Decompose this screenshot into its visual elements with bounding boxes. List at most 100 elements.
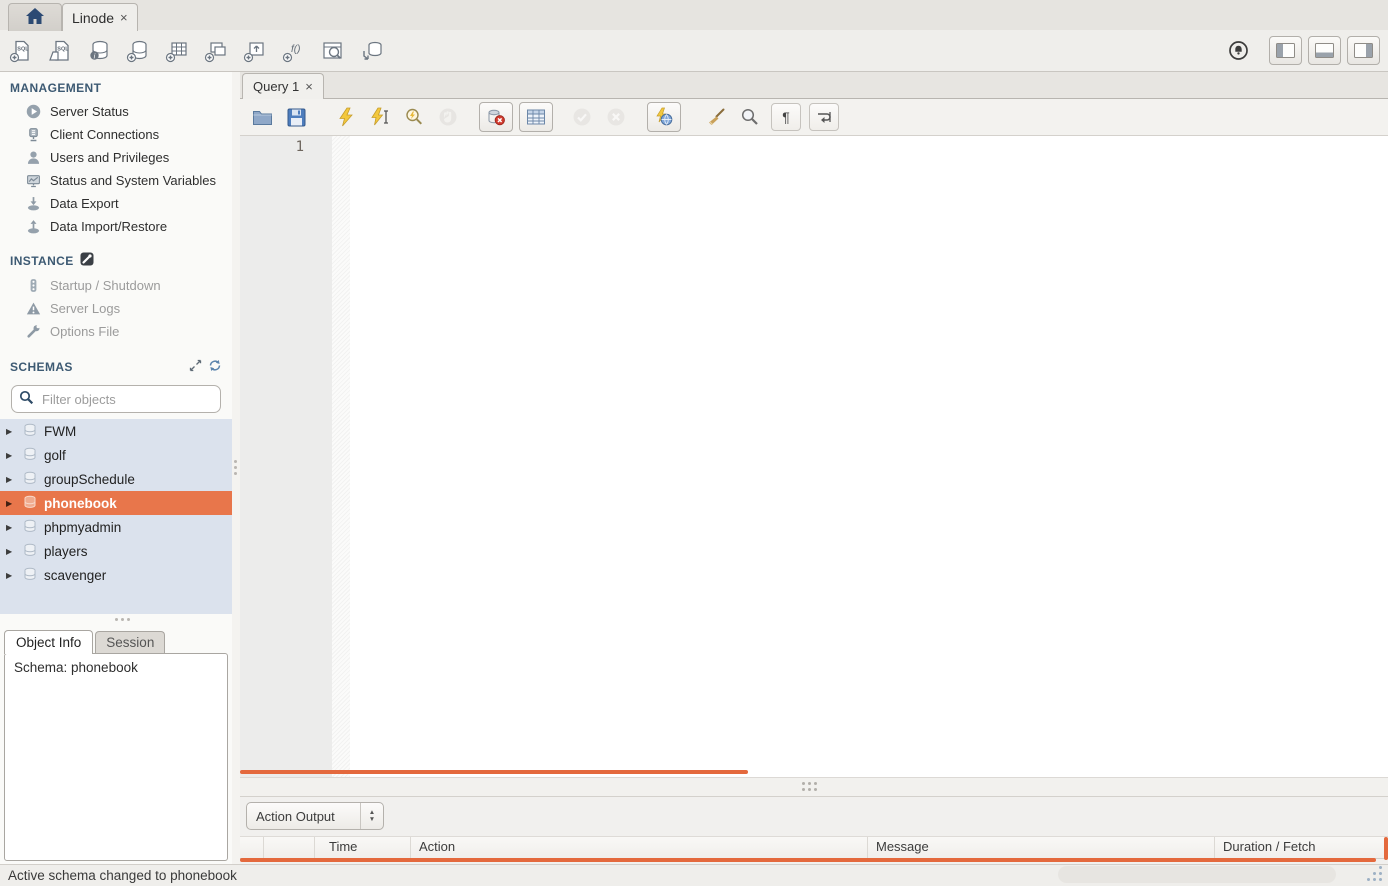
toggle-right-sidebar-button[interactable] [1347, 36, 1380, 65]
create-function-button[interactable]: f() [281, 38, 307, 64]
data-import-icon [26, 219, 41, 234]
resize-grip-icon[interactable] [1379, 866, 1382, 869]
query-tab[interactable]: Query 1 × [242, 73, 324, 99]
toggle-left-sidebar-button[interactable] [1269, 36, 1302, 65]
sidebar-item-server-status[interactable]: Server Status [0, 100, 232, 123]
info-panel-tabs: Object Info Session [0, 626, 232, 653]
toggle-limit-rows-button[interactable] [519, 102, 553, 132]
column-header-action[interactable]: Action [411, 837, 868, 858]
toggle-word-wrap-button[interactable] [809, 103, 839, 131]
tab-session[interactable]: Session [95, 631, 165, 653]
column-header-blank1[interactable] [240, 837, 264, 858]
explain-plan-button[interactable] [401, 104, 427, 130]
schema-icon [23, 447, 37, 464]
reconnect-server-button[interactable] [359, 38, 385, 64]
home-tab[interactable] [8, 3, 62, 31]
output-selector[interactable]: Action Output ▲▼ [246, 802, 384, 830]
sidebar-item-client-connections[interactable]: Client Connections [0, 123, 232, 146]
startup-shutdown-icon [26, 278, 41, 293]
schema-filter-input[interactable] [40, 391, 220, 408]
instance-section-header: INSTANCE [0, 238, 232, 274]
tab-object-info[interactable]: Object Info [4, 630, 93, 654]
expander-icon[interactable]: ▶ [6, 523, 16, 532]
mysql-workbench-window: Linode × SQL SQL i f() [0, 0, 1388, 886]
schema-item-phpmyadmin[interactable]: ▶ phpmyadmin [0, 515, 232, 539]
beautify-script-button[interactable] [703, 104, 729, 130]
expander-icon[interactable]: ▶ [6, 475, 16, 484]
filter-magnifier-icon [19, 390, 34, 408]
sql-editor[interactable]: 1 [240, 136, 1388, 777]
expander-icon[interactable]: ▶ [6, 547, 16, 556]
stop-execution-button[interactable] [435, 104, 461, 130]
output-selector-label: Action Output [256, 809, 360, 824]
schema-list: ▶ FWM ▶ golf ▶ groupSchedule ▶ p [0, 419, 232, 614]
open-sql-file-button[interactable] [249, 104, 275, 130]
output-grid-header: Time Action Message Duration / Fetch [240, 836, 1388, 859]
expander-icon[interactable]: ▶ [6, 499, 16, 508]
schema-icon [23, 423, 37, 440]
execute-script-button[interactable] [333, 104, 359, 130]
open-sql-script-button[interactable]: SQL [47, 38, 73, 64]
schema-item-fwm[interactable]: ▶ FWM [0, 419, 232, 443]
schema-icon [23, 543, 37, 560]
user-icon [26, 150, 41, 165]
column-header-blank2[interactable] [264, 837, 315, 858]
query-editor-area: Query 1 × [240, 72, 1388, 864]
create-view-button[interactable] [203, 38, 229, 64]
sidebar-item-system-variables[interactable]: Status and System Variables [0, 169, 232, 192]
new-sql-tab-button[interactable]: SQL [8, 38, 34, 64]
expander-icon[interactable]: ▶ [6, 571, 16, 580]
execute-current-statement-button[interactable] [367, 104, 393, 130]
output-vertical-scrollbar[interactable] [1384, 837, 1388, 860]
expand-schemas-icon[interactable] [189, 359, 202, 375]
schema-item-phonebook[interactable]: ▶ phonebook [0, 491, 232, 515]
sidebar-item-options-file[interactable]: Options File [0, 320, 232, 343]
search-table-data-button[interactable] [320, 38, 346, 64]
schema-item-players[interactable]: ▶ players [0, 539, 232, 563]
sidebar-item-startup-shutdown[interactable]: Startup / Shutdown [0, 274, 232, 297]
toggle-autocommit-button[interactable] [647, 102, 681, 132]
schema-item-golf[interactable]: ▶ golf [0, 443, 232, 467]
editor-text-area[interactable] [350, 136, 1388, 777]
create-procedure-button[interactable] [242, 38, 268, 64]
output-horizontal-scrollbar[interactable] [240, 858, 1376, 862]
main-toolbar: SQL SQL i f() [0, 30, 1388, 72]
column-header-duration[interactable]: Duration / Fetch [1215, 837, 1388, 858]
toggle-bottom-panel-button[interactable] [1308, 36, 1341, 65]
create-schema-button[interactable] [125, 38, 151, 64]
column-header-message[interactable]: Message [868, 837, 1215, 858]
editor-horizontal-scrollbar[interactable] [240, 770, 748, 774]
sidebar-item-users-privileges[interactable]: Users and Privileges [0, 146, 232, 169]
toggle-stop-on-error-button[interactable] [479, 102, 513, 132]
find-panel-button[interactable] [737, 104, 763, 130]
toggle-invisible-characters-button[interactable]: ¶ [771, 103, 801, 131]
schema-inspector-button[interactable]: i [86, 38, 112, 64]
commit-button[interactable] [569, 104, 595, 130]
management-section-header: MANAGEMENT [0, 72, 232, 100]
svg-text:SQL: SQL [17, 46, 29, 52]
schema-icon [23, 471, 37, 488]
schema-item-scavenger[interactable]: ▶ scavenger [0, 563, 232, 587]
close-connection-tab-icon[interactable]: × [120, 10, 128, 25]
schema-item-groupschedule[interactable]: ▶ groupSchedule [0, 467, 232, 491]
column-header-time[interactable]: Time [315, 837, 411, 858]
spinner-arrows-icon[interactable]: ▲▼ [360, 803, 383, 829]
rollback-button[interactable] [603, 104, 629, 130]
notifications-icon[interactable] [1228, 40, 1249, 61]
connection-tab[interactable]: Linode × [62, 3, 138, 31]
refresh-schemas-icon[interactable] [208, 359, 222, 375]
create-table-button[interactable] [164, 38, 190, 64]
sidebar-item-server-logs[interactable]: Server Logs [0, 297, 232, 320]
schemas-section-header: SCHEMAS [0, 343, 232, 380]
save-script-button[interactable] [283, 104, 309, 130]
sidebar-splitter[interactable] [232, 72, 240, 864]
close-query-tab-icon[interactable]: × [305, 79, 313, 94]
sidebar-info-splitter[interactable] [0, 614, 232, 626]
sidebar-item-data-export[interactable]: Data Export [0, 192, 232, 215]
sidebar-item-data-import[interactable]: Data Import/Restore [0, 215, 232, 238]
expander-icon[interactable]: ▶ [6, 427, 16, 436]
output-splitter[interactable] [240, 777, 1388, 797]
connection-tab-label: Linode [72, 10, 114, 26]
output-panel: Action Output ▲▼ Time Action Message Dur… [240, 797, 1388, 864]
expander-icon[interactable]: ▶ [6, 451, 16, 460]
